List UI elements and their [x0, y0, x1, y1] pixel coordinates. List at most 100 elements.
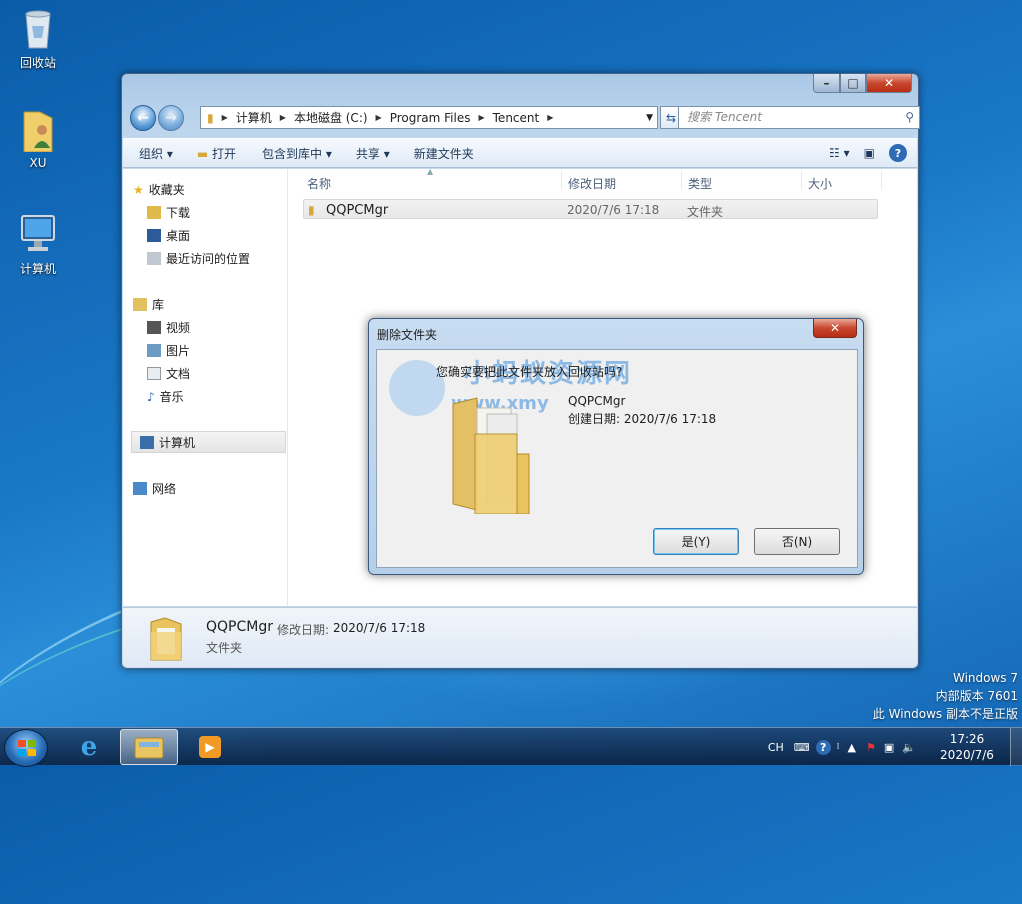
- video-icon: [147, 321, 161, 334]
- system-tray: CH ⌨ ? ⁞ ▲ ⚑ ▣ 🔈 17:26 2020/7/6: [768, 728, 1022, 766]
- nav-label: 计算机: [159, 435, 196, 450]
- library-icon: [133, 298, 147, 311]
- file-row[interactable]: ▮ QQPCMgr 2020/7/6 17:18 文件夹: [303, 199, 878, 219]
- open-label: 打开: [212, 146, 237, 161]
- user-folder-icon: [18, 108, 58, 153]
- desktop-icon-recycle-bin[interactable]: 回收站: [8, 6, 68, 71]
- organize-menu[interactable]: 组织 ▾: [139, 145, 173, 162]
- folder-icon: ▮: [308, 203, 315, 217]
- nav-documents[interactable]: 文档: [147, 365, 190, 382]
- show-desktop-button[interactable]: [1010, 728, 1022, 766]
- search-placeholder: 搜索 Tencent: [687, 110, 762, 124]
- column-name[interactable]: 名称: [307, 175, 331, 192]
- folder-icon: [447, 394, 557, 517]
- sort-arrow-icon: ▲: [427, 167, 434, 176]
- breadcrumb-item[interactable]: Tencent: [493, 111, 540, 125]
- share-menu[interactable]: 共享 ▾: [356, 145, 390, 162]
- include-label: 包含到库中: [262, 146, 323, 161]
- column-separator[interactable]: [801, 171, 802, 189]
- nav-recent[interactable]: 最近访问的位置: [147, 250, 250, 267]
- minimize-button[interactable]: –: [813, 74, 840, 93]
- back-button[interactable]: ←: [130, 105, 156, 131]
- column-type[interactable]: 类型: [688, 175, 712, 192]
- desktop-icon-computer[interactable]: 计算机: [8, 212, 68, 277]
- breadcrumb-item[interactable]: 计算机: [236, 109, 272, 126]
- details-folder-icon: [149, 616, 183, 665]
- ime-indicator[interactable]: CH: [768, 741, 784, 754]
- music-icon: ♪: [147, 389, 155, 404]
- breadcrumb-arrow-icon: ▶: [478, 113, 485, 122]
- forward-button[interactable]: →: [158, 105, 184, 131]
- breadcrumb-arrow-icon: ▶: [547, 113, 554, 122]
- nav-desktop[interactable]: 桌面: [147, 227, 190, 244]
- windows-logo-icon: [18, 740, 36, 756]
- nav-computer[interactable]: 计算机: [131, 431, 286, 453]
- watermark-line: 内部版本 7601: [935, 689, 1018, 703]
- search-icon: ⚲: [905, 110, 914, 124]
- dialog-item-name: QQPCMgr: [568, 394, 626, 408]
- nav-label: 下载: [166, 206, 191, 220]
- search-input[interactable]: 搜索 Tencent ⚲: [678, 106, 920, 129]
- taskbar-explorer-button[interactable]: [120, 729, 178, 765]
- column-size[interactable]: 大小: [808, 175, 832, 192]
- action-center-flag-icon[interactable]: ⚑: [866, 741, 876, 754]
- dialog-close-button[interactable]: ✕: [813, 319, 857, 338]
- column-date[interactable]: 修改日期: [568, 175, 616, 192]
- include-in-library-menu[interactable]: 包含到库中 ▾: [262, 145, 332, 162]
- clock[interactable]: 17:26 2020/7/6: [924, 731, 1010, 763]
- open-button[interactable]: ▬ 打开: [197, 145, 236, 162]
- details-date: 2020/7/6 17:18: [333, 621, 426, 635]
- help-icon[interactable]: ?: [889, 144, 907, 162]
- ime-options-icon[interactable]: ⁞: [837, 742, 840, 752]
- address-bar[interactable]: ▮ ▶ 计算机 ▶ 本地磁盘 (C:) ▶ Program Files ▶ Te…: [200, 106, 658, 129]
- view-options-icon[interactable]: ☷ ▾: [829, 146, 850, 160]
- delete-folder-dialog: 删除文件夹 ✕ 小蚂蚁资源网 www.xmy 您确实要把此文件夹放入回收站吗? …: [368, 318, 864, 575]
- nav-videos[interactable]: 视频: [147, 319, 190, 336]
- nav-label: 收藏夹: [148, 183, 185, 197]
- nav-libraries[interactable]: 库: [133, 296, 164, 313]
- navigation-pane: ★ 收藏夹 下载 桌面 最近访问的位置 库 视频 图片 文档 ♪ 音乐 计算机 网络: [123, 169, 288, 606]
- no-button[interactable]: 否(N): [754, 528, 840, 555]
- nav-downloads[interactable]: 下载: [147, 204, 190, 221]
- view-controls: ☷ ▾ ▣ ?: [829, 144, 907, 162]
- new-folder-button[interactable]: 新建文件夹: [414, 145, 474, 162]
- column-separator[interactable]: [881, 171, 882, 189]
- network-icon[interactable]: ▣: [884, 741, 894, 754]
- volume-icon[interactable]: 🔈: [902, 741, 916, 754]
- desktop-icon-user[interactable]: XU: [8, 108, 68, 170]
- breadcrumb-item[interactable]: Program Files: [390, 111, 471, 125]
- share-label: 共享: [355, 146, 380, 161]
- close-button[interactable]: ✕: [866, 74, 912, 93]
- nav-pictures[interactable]: 图片: [147, 342, 190, 359]
- breadcrumb-item[interactable]: 本地磁盘 (C:): [294, 109, 368, 126]
- taskbar-media-player-button[interactable]: ▶: [181, 729, 239, 765]
- nav-music[interactable]: ♪ 音乐: [147, 388, 184, 405]
- file-date: 2020/7/6 17:18: [567, 203, 660, 217]
- yes-button[interactable]: 是(Y): [653, 528, 739, 555]
- column-separator[interactable]: [561, 171, 562, 189]
- help-icon[interactable]: ?: [815, 739, 831, 755]
- network-icon: [133, 482, 147, 495]
- start-button[interactable]: [4, 729, 48, 767]
- desktop-icon-label: 计算机: [19, 262, 56, 276]
- details-date-label: 修改日期:: [277, 623, 330, 637]
- maximize-button[interactable]: □: [840, 74, 866, 93]
- organize-label: 组织: [139, 146, 164, 161]
- keyboard-icon[interactable]: ⌨: [794, 741, 810, 754]
- clock-date: 2020/7/6: [940, 748, 994, 762]
- address-dropdown-icon[interactable]: ▼: [646, 113, 653, 123]
- open-folder-icon: ▬: [196, 146, 209, 161]
- preview-pane-icon[interactable]: ▣: [864, 146, 875, 160]
- taskbar-ie-button[interactable]: e: [60, 729, 118, 765]
- nav-label: 桌面: [166, 229, 191, 243]
- recent-places-icon: [147, 252, 161, 265]
- desktop-icon-label: XU: [29, 156, 47, 170]
- nav-network[interactable]: 网络: [133, 480, 176, 497]
- star-icon: ★: [133, 182, 144, 197]
- nav-favorites[interactable]: ★ 收藏夹: [133, 181, 185, 198]
- recycle-bin-icon: [18, 6, 58, 50]
- show-hidden-icons-icon[interactable]: ▲: [848, 741, 856, 754]
- documents-icon: [147, 367, 161, 380]
- column-separator[interactable]: [681, 171, 682, 189]
- downloads-icon: [147, 206, 161, 219]
